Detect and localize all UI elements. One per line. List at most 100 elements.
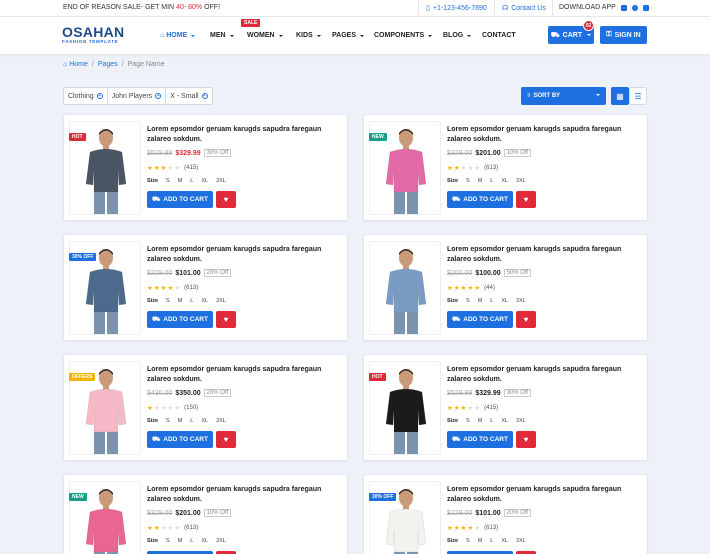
size-option[interactable]: 2XL (216, 418, 226, 424)
size-option[interactable]: M (178, 178, 183, 184)
size-option[interactable]: L (490, 418, 493, 424)
size-option[interactable]: L (190, 538, 193, 544)
size-option[interactable]: L (190, 178, 193, 184)
size-option[interactable]: S (466, 418, 470, 424)
product-title[interactable]: Lorem epsomdor geruam karugds sapudra fa… (447, 245, 637, 264)
filter-chip[interactable]: X - Small + (166, 88, 211, 104)
phone-link[interactable]: ▯ +1-123-456-7890 (426, 4, 487, 13)
price-row: $329.00 $201.00 10% Off (147, 509, 232, 517)
filter-chip[interactable]: John Players + (108, 88, 167, 104)
size-option[interactable]: XL (501, 178, 508, 184)
add-filter-icon[interactable]: + (96, 93, 103, 99)
size-option[interactable]: XL (201, 418, 208, 424)
nav-women[interactable]: WOMEN (247, 32, 283, 39)
add-to-cart-button[interactable]: ⛟ADD TO CART (447, 431, 513, 448)
size-option[interactable]: S (166, 178, 170, 184)
add-to-cart-button[interactable]: ⛟ADD TO CART (447, 311, 513, 328)
size-option[interactable]: S (166, 538, 170, 544)
size-option[interactable]: M (178, 298, 183, 304)
product-image-frame[interactable] (69, 481, 141, 554)
size-option[interactable]: M (478, 298, 483, 304)
nav-blog[interactable]: BLOG (443, 32, 472, 39)
product-title[interactable]: Lorem epsomdor geruam karugds sapudra fa… (147, 365, 337, 384)
size-option[interactable]: M (178, 418, 183, 424)
wishlist-button[interactable]: ♥ (216, 191, 236, 208)
wishlist-button[interactable]: ♥ (516, 431, 536, 448)
product-title[interactable]: Lorem epsomdor geruam karugds sapudra fa… (447, 365, 637, 384)
nav-contact[interactable]: CONTACT (482, 32, 516, 39)
sort-by-dropdown[interactable]: ≡ SORT BY (521, 87, 606, 105)
product-title[interactable]: Lorem epsomdor geruam karugds sapudra fa… (147, 125, 337, 144)
breadcrumb-pages[interactable]: Pages (98, 61, 118, 68)
product-card[interactable]: 30% OFF Lorem epsomdor geruam karugds sap… (63, 234, 348, 341)
size-option[interactable]: M (178, 538, 183, 544)
android-icon[interactable] (642, 4, 649, 11)
product-card[interactable]: 30% OFF Lorem epsomdor geruam karugds sap… (363, 474, 648, 554)
nav-men[interactable]: MEN (210, 32, 234, 39)
product-title[interactable]: Lorem epsomdor geruam karugds sapudra fa… (447, 485, 637, 504)
size-option[interactable]: 2XL (216, 178, 226, 184)
windows-icon[interactable] (620, 4, 627, 11)
size-option[interactable]: XL (501, 538, 508, 544)
size-option[interactable]: M (478, 538, 483, 544)
add-to-cart-button[interactable]: ⛟ADD TO CART (147, 311, 213, 328)
nav-pages[interactable]: PAGES (332, 32, 364, 39)
wishlist-button[interactable]: ♥ (216, 311, 236, 328)
size-option[interactable]: XL (201, 178, 208, 184)
nav-components[interactable]: COMPONENTS (374, 32, 433, 39)
size-option[interactable]: S (466, 298, 470, 304)
product-card[interactable]: NEW Lorem epsomdor geruam karugds sapudra… (63, 474, 348, 554)
size-option[interactable]: 2XL (516, 178, 526, 184)
product-card[interactable]: NEW Lorem epsomdor geruam karugds sapudra… (363, 114, 648, 221)
size-option[interactable]: S (466, 178, 470, 184)
product-card[interactable]: HOT Lorem epsomdor geruam karugds sapudra… (363, 354, 648, 461)
size-option[interactable]: S (166, 418, 170, 424)
nav-home[interactable]: ⌂ HOME (160, 32, 196, 39)
product-card[interactable]: Lorem epsomdor geruam karugds sapudra fa… (363, 234, 648, 341)
list-view-button[interactable]: ☰ (629, 87, 647, 105)
size-option[interactable]: L (490, 178, 493, 184)
add-filter-icon[interactable]: + (155, 93, 162, 99)
filter-chip[interactable]: Clothing + (64, 88, 108, 104)
wishlist-button[interactable]: ♥ (516, 311, 536, 328)
size-option[interactable]: L (190, 418, 193, 424)
size-option[interactable]: XL (201, 538, 208, 544)
size-option[interactable]: M (478, 418, 483, 424)
size-option[interactable]: XL (501, 418, 508, 424)
product-image-frame[interactable] (369, 481, 441, 554)
star-icon: ★ (460, 285, 467, 292)
add-to-cart-button[interactable]: ⛟ADD TO CART (447, 191, 513, 208)
add-to-cart-button[interactable]: ⛟ADD TO CART (147, 431, 213, 448)
nav-kids[interactable]: KIDS (296, 32, 321, 39)
size-option[interactable]: XL (501, 298, 508, 304)
size-option[interactable]: L (490, 538, 493, 544)
size-option[interactable]: 2XL (216, 538, 226, 544)
price-row: $200.00 $100.00 50% Off (447, 269, 532, 277)
size-option[interactable]: 2XL (216, 298, 226, 304)
product-title[interactable]: Lorem epsomdor geruam karugds sapudra fa… (147, 485, 337, 504)
size-option[interactable]: S (166, 298, 170, 304)
size-option[interactable]: XL (201, 298, 208, 304)
breadcrumb-home[interactable]: ⌂ Home (63, 61, 88, 68)
wishlist-button[interactable]: ♥ (516, 191, 536, 208)
size-option[interactable]: 2XL (516, 298, 526, 304)
apple-icon[interactable] (631, 4, 638, 11)
sign-in-button[interactable]: ⚿ SIGN IN (600, 26, 647, 44)
grid-view-button[interactable]: ▦ (611, 87, 629, 105)
size-option[interactable]: L (490, 298, 493, 304)
contact-link[interactable]: ☊ Contact Us (502, 4, 546, 13)
add-filter-icon[interactable]: + (201, 93, 208, 99)
size-option[interactable]: M (478, 178, 483, 184)
product-image-frame[interactable] (369, 241, 441, 335)
size-option[interactable]: 2XL (516, 538, 526, 544)
product-title[interactable]: Lorem epsomdor geruam karugds sapudra fa… (447, 125, 637, 144)
wishlist-button[interactable]: ♥ (216, 431, 236, 448)
size-option[interactable]: 2XL (516, 418, 526, 424)
add-to-cart-button[interactable]: ⛟ADD TO CART (147, 191, 213, 208)
product-card[interactable]: OFFERS Lorem epsomdor geruam karugds sapu… (63, 354, 348, 461)
product-title[interactable]: Lorem epsomdor geruam karugds sapudra fa… (147, 245, 337, 264)
product-card[interactable]: HOT Lorem epsomdor geruam karugds sapudra… (63, 114, 348, 221)
size-option[interactable]: L (190, 298, 193, 304)
size-option[interactable]: S (466, 538, 470, 544)
brand-logo[interactable]: OSAHAN FASHION TEMPLATE (62, 25, 124, 44)
